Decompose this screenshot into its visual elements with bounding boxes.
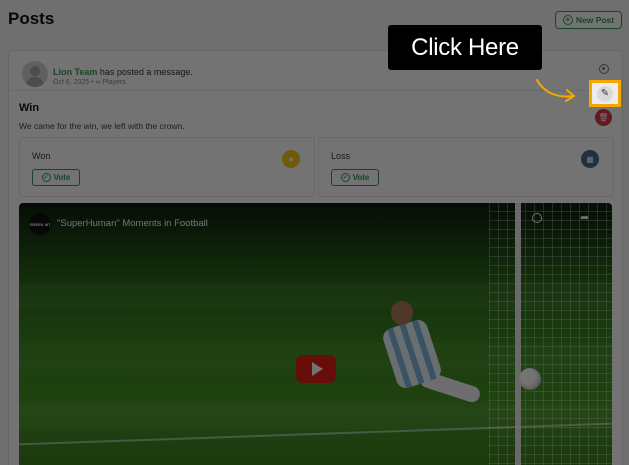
delete-button[interactable]: 🗑 bbox=[595, 109, 612, 126]
poll-option-label: Won bbox=[32, 151, 51, 161]
trash-icon: 🗑 bbox=[598, 113, 609, 122]
avatar bbox=[22, 61, 48, 87]
poll-option-label: Loss bbox=[331, 151, 351, 161]
check-icon: ✓ bbox=[340, 173, 350, 182]
author-name[interactable]: Lion Team bbox=[53, 67, 97, 77]
poll-option-loss: Loss ▦ ✓ Vote bbox=[318, 137, 614, 197]
page-title: Posts bbox=[8, 9, 55, 28]
new-post-label: New Post bbox=[575, 15, 615, 25]
edit-button[interactable]: ✎ bbox=[589, 80, 621, 107]
video-player[interactable]: GREEK MT "SuperHuman" Moments in Footbal… bbox=[19, 203, 612, 465]
poll-option-won: Won ★ ✓ Vote bbox=[19, 137, 315, 197]
action-text: has posted a message. bbox=[97, 67, 193, 77]
play-icon[interactable] bbox=[296, 355, 336, 383]
plus-icon: + bbox=[562, 15, 573, 25]
video-title[interactable]: "SuperHuman" Moments in Football bbox=[57, 218, 208, 229]
tutorial-callout: Click Here bbox=[388, 25, 542, 70]
post-meta: Oct 6, 2025 • ∞ Players bbox=[53, 79, 126, 86]
vote-label: Vote bbox=[53, 173, 71, 182]
gear-icon[interactable] bbox=[599, 64, 609, 74]
channel-avatar[interactable]: GREEK MT bbox=[29, 213, 51, 235]
pencil-icon: ✎ bbox=[597, 85, 613, 102]
grid-icon: ▦ bbox=[581, 150, 599, 168]
post-card: Lion Team has posted a message. Oct 6, 2… bbox=[8, 50, 623, 465]
post-body: We came for the win, we left with the cr… bbox=[19, 121, 185, 131]
clock-icon[interactable] bbox=[532, 213, 542, 223]
player-figure bbox=[349, 293, 482, 423]
check-icon: ✓ bbox=[41, 173, 51, 182]
author-line: Lion Team has posted a message. bbox=[53, 67, 193, 77]
player-head bbox=[391, 301, 413, 325]
post-title: Win bbox=[19, 102, 40, 114]
trophy-icon: ★ bbox=[282, 150, 300, 168]
new-post-button[interactable]: + New Post bbox=[555, 11, 622, 29]
pointer-arrow-icon bbox=[536, 79, 575, 102]
share-icon[interactable]: ➦ bbox=[580, 211, 589, 224]
vote-label: Vote bbox=[352, 173, 370, 182]
vote-button[interactable]: ✓ Vote bbox=[331, 169, 379, 186]
vote-button[interactable]: ✓ Vote bbox=[32, 169, 80, 186]
football bbox=[519, 368, 541, 390]
